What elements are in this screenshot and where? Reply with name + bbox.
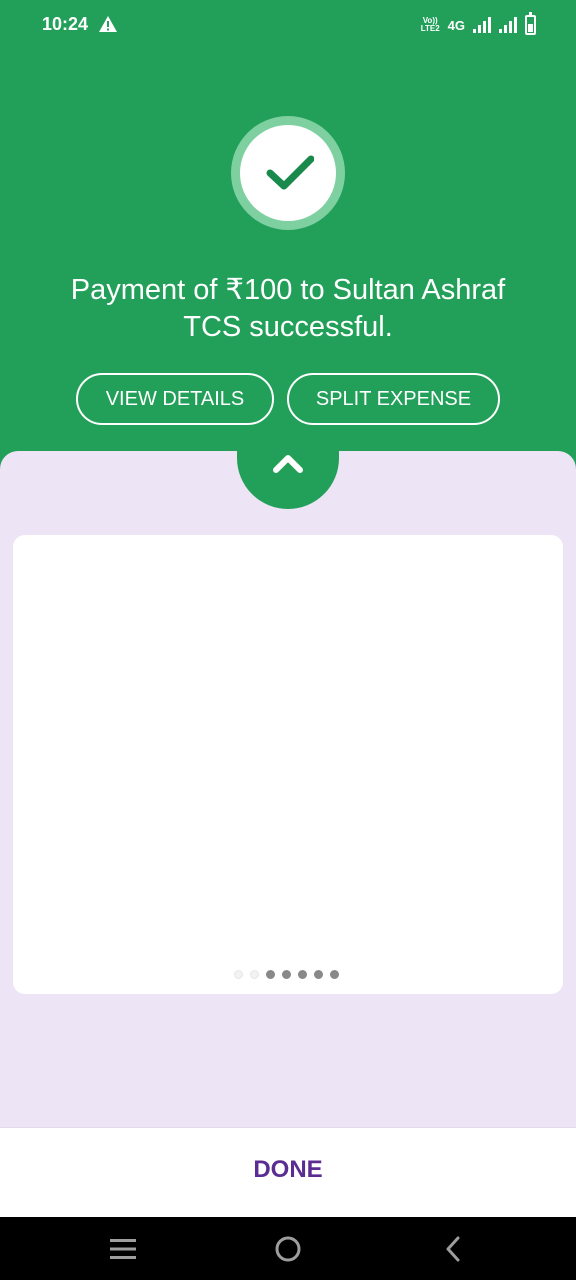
carousel-dot — [330, 970, 339, 979]
status-bar: 10:24 Vo)) LTE2 4G — [0, 0, 576, 50]
status-indicators: Vo)) LTE2 4G — [421, 12, 536, 38]
volte-indicator: Vo)) LTE2 — [420, 16, 440, 33]
checkmark-icon — [266, 155, 314, 190]
carousel-dot — [314, 970, 323, 979]
back-icon[interactable] — [444, 1236, 462, 1262]
carousel-dot — [234, 970, 243, 979]
system-nav-bar — [0, 1217, 576, 1280]
check-circle — [240, 125, 336, 221]
signal-icon-sim2 — [499, 17, 517, 33]
carousel-dot — [266, 970, 275, 979]
carousel-dot-active — [250, 970, 259, 979]
menu-icon[interactable] — [110, 1238, 136, 1260]
status-time: 10:24 — [42, 14, 89, 34]
carousel-pagination — [234, 970, 339, 979]
battery-icon — [525, 12, 536, 35]
home-icon[interactable] — [275, 1236, 301, 1262]
view-details-button[interactable]: VIEW DETAILS — [76, 373, 274, 425]
payment-success-message: Payment of ₹100 to Sultan Ashraf TCS suc… — [70, 274, 506, 343]
carousel-dot — [298, 970, 307, 979]
warning-triangle-icon — [99, 16, 117, 32]
footer-bar: DONE — [0, 1127, 576, 1217]
success-check-badge — [231, 116, 345, 230]
signal-icon-sim1 — [473, 17, 491, 33]
carousel-dot — [282, 970, 291, 979]
network-type: 4G — [447, 17, 465, 33]
chevron-up-icon — [273, 455, 303, 473]
done-button[interactable]: DONE — [0, 1156, 576, 1184]
split-expense-button[interactable]: SPLIT EXPENSE — [287, 373, 500, 425]
offers-carousel[interactable] — [13, 535, 563, 994]
